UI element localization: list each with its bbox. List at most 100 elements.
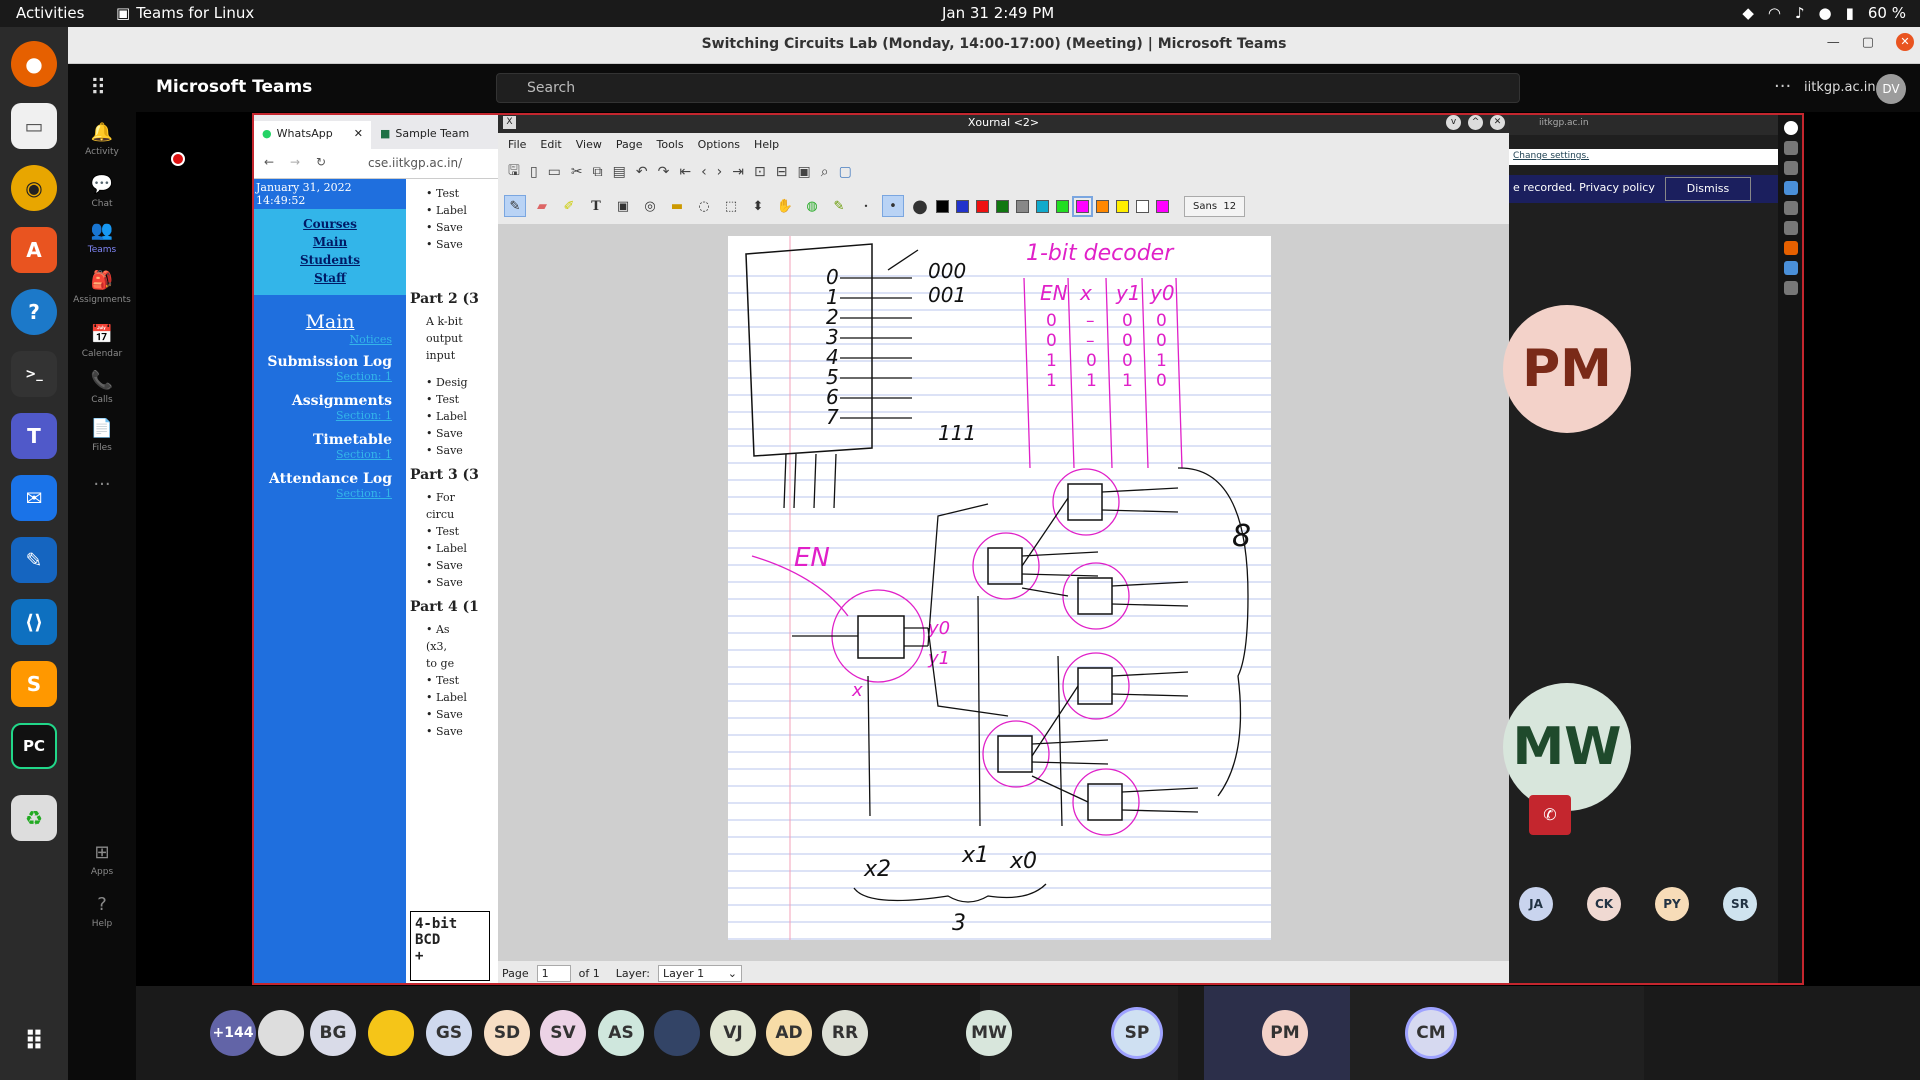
tray-app-icon[interactable]	[1783, 161, 1798, 175]
forward-icon[interactable]: →	[290, 155, 300, 169]
redo-icon[interactable]: ↷	[658, 164, 670, 180]
submission-log-link[interactable]: Submission Log	[254, 354, 392, 370]
close-icon[interactable]: ✕	[354, 127, 363, 143]
attendance-log-link[interactable]: Attendance Log	[254, 471, 392, 487]
first-page-icon[interactable]: ⇤	[679, 164, 691, 180]
participant-avatar[interactable]: SR	[1723, 887, 1757, 921]
zoom-out-icon[interactable]: ⊟	[776, 164, 788, 180]
hang-up-icon[interactable]: ✆	[1529, 795, 1571, 835]
activities-button[interactable]: Activities	[16, 4, 84, 22]
save-icon[interactable]: 🖫	[508, 160, 520, 184]
settings-icon[interactable]	[1783, 121, 1798, 135]
tab-sample-team[interactable]: ■ Sample Team	[372, 121, 477, 149]
fullscreen-icon[interactable]: ▢	[839, 164, 852, 180]
rect-select-icon[interactable]: ⬚	[720, 195, 742, 217]
nav-heading[interactable]: Main	[254, 311, 406, 333]
paste-icon[interactable]: ▤	[613, 164, 626, 180]
tray-app-icon[interactable]	[1783, 181, 1798, 195]
system-tray[interactable]: ◆ ◠ ♪ ● ▮ 60 %	[1742, 4, 1906, 22]
minimize-icon[interactable]: v	[1446, 115, 1461, 130]
menu-page[interactable]: Page	[616, 138, 643, 151]
section-link[interactable]: Section: 1	[254, 487, 392, 500]
menu-options[interactable]: Options	[698, 138, 740, 151]
rhythmbox-icon[interactable]: ◉	[11, 165, 57, 211]
participant-avatar[interactable]: MW	[1503, 683, 1631, 811]
shape-icon[interactable]: ◎	[639, 195, 661, 217]
ruler-icon[interactable]: ▬	[666, 195, 688, 217]
rail-item-apps[interactable]: ⊞ Apps	[68, 842, 136, 877]
close-icon[interactable]: ✕	[1490, 115, 1505, 130]
minimize-icon[interactable]: —	[1827, 35, 1840, 51]
back-icon[interactable]: ←	[264, 155, 274, 169]
copy-icon[interactable]: ⧉	[593, 164, 603, 180]
default-pen-icon[interactable]: ◍	[801, 195, 823, 217]
undo-icon[interactable]: ↶	[636, 164, 648, 180]
menu-file[interactable]: File	[508, 138, 526, 151]
dismiss-button[interactable]: Dismiss	[1665, 177, 1751, 201]
participant-avatar[interactable]: SP	[1114, 1010, 1160, 1056]
battery-icon[interactable]: ▮	[1846, 4, 1854, 22]
participant-avatar[interactable]: MW	[966, 1010, 1012, 1056]
rail-item-activity[interactable]: 🔔 Activity	[68, 122, 136, 157]
participant-avatar[interactable]: GS	[426, 1010, 472, 1056]
next-page-icon[interactable]: ›	[717, 164, 723, 180]
vspace-icon[interactable]: ⬍	[747, 195, 769, 217]
zoom-fit-icon[interactable]: ⊡	[754, 164, 766, 180]
participant-avatar[interactable]: VJ	[710, 1010, 756, 1056]
nav-courses[interactable]: Courses	[254, 217, 406, 231]
close-icon[interactable]: ✕	[1896, 33, 1914, 51]
color-swatch[interactable]	[976, 199, 989, 213]
clock[interactable]: Jan 31 2:49 PM	[942, 4, 1054, 22]
rail-item-help[interactable]: ? Help	[68, 894, 136, 929]
mail-icon[interactable]: ✉	[11, 475, 57, 521]
firefox-tray-icon[interactable]	[1783, 241, 1798, 255]
tab-whatsapp[interactable]: ● WhatsApp ✕	[254, 121, 371, 149]
section-link[interactable]: Section: 1	[254, 370, 392, 383]
vscode-icon[interactable]: ⟨⟩	[11, 599, 57, 645]
show-apps-icon[interactable]: ⠿	[11, 1019, 57, 1065]
org-name[interactable]: iitkgp.ac.in	[1804, 80, 1876, 95]
section-link[interactable]: Section: 1	[254, 448, 392, 461]
video-tile[interactable]	[1496, 986, 1644, 1080]
font-button[interactable]: Sans 12	[1184, 195, 1246, 217]
avatar[interactable]: DV	[1876, 74, 1906, 104]
participant-avatar[interactable]: SV	[540, 1010, 586, 1056]
assignments-link[interactable]: Assignments	[254, 393, 392, 409]
participant-avatar[interactable]: CM	[1408, 1010, 1454, 1056]
tray-app-icon[interactable]	[1783, 281, 1798, 295]
participant-avatar[interactable]: PM	[1262, 1010, 1308, 1056]
participant-avatar[interactable]: RR	[822, 1010, 868, 1056]
help-app-icon[interactable]: ?	[11, 289, 57, 335]
tray-app-icon[interactable]	[1783, 141, 1798, 155]
participant-avatar[interactable]: AS	[598, 1010, 644, 1056]
thick-icon[interactable]: ●	[909, 195, 931, 217]
xournal-canvas[interactable]: 0 1 2 3 4 5 6 7 000 001 111 1-bit decoder EN x y1 y0 0–0…	[498, 224, 1509, 961]
files-icon[interactable]: ▭	[11, 103, 57, 149]
nav-main[interactable]: Main	[254, 235, 406, 249]
software-icon[interactable]: A	[11, 227, 57, 273]
text-editor-icon[interactable]: ✎	[11, 537, 57, 583]
sublime-icon[interactable]: S	[11, 661, 57, 707]
thin-icon[interactable]: •	[855, 195, 877, 217]
participant-avatar[interactable]: BG	[310, 1010, 356, 1056]
volume-icon[interactable]: ♪	[1795, 4, 1805, 22]
reload-icon[interactable]: ↻	[316, 155, 326, 169]
search-input[interactable]: Search	[496, 73, 1520, 103]
notices-link[interactable]: Notices	[254, 333, 392, 346]
text-icon[interactable]: T	[585, 195, 607, 217]
rail-item-assignments[interactable]: 🎒 Assignments	[68, 270, 136, 305]
participant-avatar[interactable]: CK	[1587, 887, 1621, 921]
change-settings-link[interactable]: Change settings.	[1509, 149, 1779, 165]
participant-avatar[interactable]: AD	[766, 1010, 812, 1056]
color-swatch[interactable]	[1116, 199, 1129, 213]
participant-avatar[interactable]: +144	[210, 1010, 256, 1056]
menu-view[interactable]: View	[576, 138, 602, 151]
color-swatch[interactable]	[1136, 199, 1149, 213]
hand-icon[interactable]: ✋	[774, 195, 796, 217]
color-swatch[interactable]	[1072, 195, 1093, 217]
app-menu[interactable]: ▣ Teams for Linux	[116, 4, 254, 22]
participant-avatar[interactable]: PM	[1503, 305, 1631, 433]
maximize-icon[interactable]: ▢	[1862, 35, 1874, 51]
teams-tray-icon[interactable]: ◆	[1742, 4, 1754, 22]
color-swatch[interactable]	[996, 199, 1009, 213]
